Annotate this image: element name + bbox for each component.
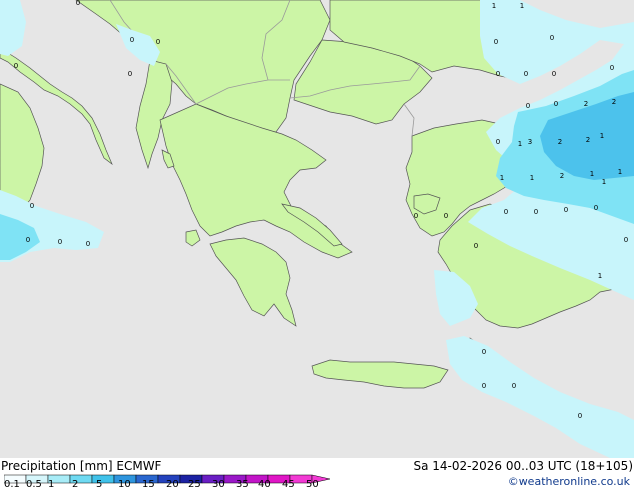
precip-label: 0 — [578, 412, 582, 420]
colorbar-tick-label: 10 — [118, 479, 131, 490]
precip-label: 0 — [524, 70, 528, 78]
precip-label: 0 — [504, 208, 508, 216]
precip-label: 0 — [494, 38, 498, 46]
colorbar-tick-label: 2 — [72, 479, 79, 490]
precip-label: 2 — [558, 138, 562, 146]
colorbar-tick-label: 25 — [188, 479, 201, 490]
precip-label: 1 — [602, 178, 606, 186]
colorbar-tick-label: 40 — [258, 479, 271, 490]
precip-label: 1 — [518, 140, 522, 148]
precip-label: 2 — [612, 98, 616, 106]
precip-label: 0 — [30, 202, 34, 210]
precip-label: 0 — [14, 62, 18, 70]
precip-label: 3 — [528, 138, 532, 146]
precip-label: 1 — [590, 170, 594, 178]
precip-label: 1 — [530, 174, 534, 182]
precip-label: 0 — [534, 208, 538, 216]
precip-label: 0 — [58, 238, 62, 246]
colorbar-tick-label: 5 — [96, 479, 103, 490]
precip-label: 1 — [618, 168, 622, 176]
colorbar-tick-label: 1 — [48, 479, 55, 490]
precip-label: 0 — [414, 212, 418, 220]
source-credit: ©weatheronline.co.uk — [507, 475, 630, 488]
precip-label: 0 — [76, 0, 80, 7]
precip-label: 2 — [560, 172, 564, 180]
precip-label: 0 — [482, 382, 486, 390]
precip-label: 0 — [86, 240, 90, 248]
colorbar-tick-label: 45 — [282, 479, 295, 490]
precip-label: 0 — [610, 64, 614, 72]
precip-label: 0 — [564, 206, 568, 214]
precip-label: 0 — [552, 70, 556, 78]
precip-label: 0 — [624, 236, 628, 244]
precip-label: 0 — [482, 348, 486, 356]
precip-label: 0 — [444, 212, 448, 220]
colorbar-tick-label: 30 — [212, 479, 225, 490]
precip-label: 1 — [520, 2, 524, 10]
precip-label: 2 — [586, 136, 590, 144]
precip-label: 0 — [474, 242, 478, 250]
precip-label: 1 — [492, 2, 496, 10]
chart-title: Precipitation [mm] ECMWF — [1, 459, 162, 473]
precip-label: 0 — [156, 38, 160, 46]
precipitation-map: 1 1 0 0 0 0 0 0 0 0 0 0 0 0 2 2 0 1 0 1 … — [0, 0, 634, 458]
colorbar-tick-label: 15 — [142, 479, 155, 490]
precip-label: 0 — [526, 102, 530, 110]
precip-label: 0 — [496, 138, 500, 146]
colorbar-tick-label: 0.1 — [4, 479, 20, 490]
precip-label: 0 — [128, 70, 132, 78]
precip-label: 1 — [500, 174, 504, 182]
precip-label: 1 — [598, 272, 602, 280]
precip-label: 0 — [550, 34, 554, 42]
precip-label: 0 — [130, 36, 134, 44]
precip-label: 0 — [512, 382, 516, 390]
colorbar-tick-label: 0.5 — [26, 479, 42, 490]
precip-label: 2 — [584, 100, 588, 108]
precip-label: 0 — [594, 204, 598, 212]
colorbar-tick-label: 35 — [236, 479, 249, 490]
precip-label: 0 — [496, 70, 500, 78]
precip-label: 0 — [554, 100, 558, 108]
precip-label: 0 — [26, 236, 30, 244]
legend-footer: Precipitation [mm] ECMWF Sa 14-02-2026 0… — [0, 458, 634, 490]
colorbar-tick-label: 20 — [166, 479, 179, 490]
colorbar-tick-label: 50 — [306, 479, 319, 490]
forecast-datetime: Sa 14-02-2026 00..03 UTC (18+105) — [413, 459, 633, 473]
precip-label: 1 — [600, 132, 604, 140]
